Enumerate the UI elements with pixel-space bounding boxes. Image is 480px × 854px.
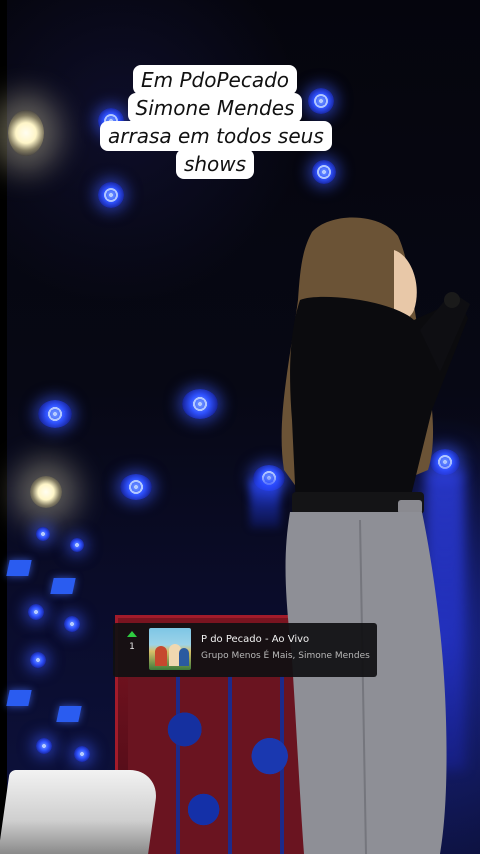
music-sticker[interactable]: 1 P do Pecado - Ao Vivo Grupo Menos É Ma… xyxy=(113,623,377,677)
up-arrow-icon xyxy=(127,631,137,637)
stage-floor-object xyxy=(0,770,160,854)
caption-line: arrasa em todos seus xyxy=(100,121,332,151)
caption-text-overlay: Em PdoPecado Simone Mendes arrasa em tod… xyxy=(100,65,332,216)
caption-line: Simone Mendes xyxy=(127,93,303,123)
belt-buckle xyxy=(398,500,422,514)
song-title: P do Pecado - Ao Vivo xyxy=(201,634,310,645)
caption-line: shows xyxy=(175,149,255,179)
microphone xyxy=(444,292,460,308)
song-artists: Grupo Menos É Mais, Simone Mendes xyxy=(201,651,370,661)
chart-rank: 1 xyxy=(129,642,135,652)
album-cover xyxy=(149,628,191,670)
caption-line: Em PdoPecado xyxy=(132,65,298,95)
video-frame: Em PdoPecado Simone Mendes arrasa em tod… xyxy=(0,0,480,854)
singer-face xyxy=(394,250,417,320)
